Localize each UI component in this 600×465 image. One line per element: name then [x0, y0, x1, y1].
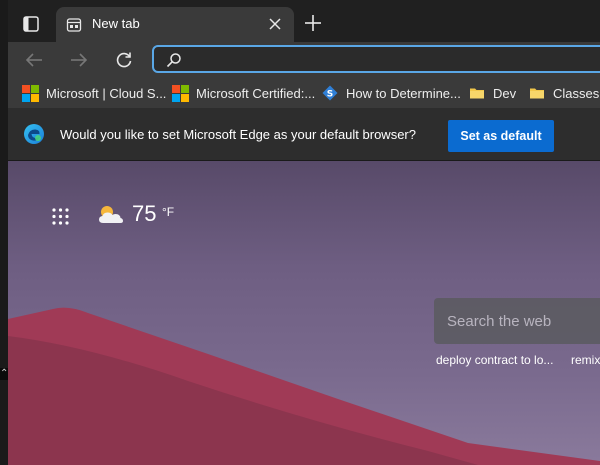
default-browser-infobar: Would you like to set Microsoft Edge as … [8, 108, 600, 161]
favorite-microsoft-certified[interactable]: Microsoft Certified:... [172, 84, 315, 102]
favorite-label: Classes [553, 85, 600, 101]
tab-new-tab[interactable]: New tab [56, 7, 294, 42]
tab-actions-icon[interactable] [22, 15, 40, 33]
favorite-how-to-determine[interactable]: S How to Determine... [322, 84, 461, 102]
apps-launcher-icon[interactable] [52, 208, 69, 225]
new-tab-page-icon [66, 18, 82, 32]
close-tab-icon[interactable] [267, 16, 283, 32]
favorite-label: Microsoft | Cloud S... [46, 85, 167, 101]
new-tab-page: 75 °F deploy contract to lo... remix [8, 161, 600, 465]
search-suggestion[interactable]: remix [571, 353, 600, 367]
web-search-input[interactable] [445, 310, 600, 332]
favorite-folder-classes[interactable]: Classes [529, 84, 599, 102]
svg-text:S: S [327, 90, 333, 100]
left-window-edge: ⌃ [0, 0, 8, 465]
temperature-unit: °F [162, 205, 175, 219]
temperature[interactable]: 75 [132, 201, 156, 227]
blue-diamond-icon: S [322, 85, 338, 101]
refresh-icon[interactable] [114, 50, 134, 70]
favorite-label: Microsoft Certified:... [196, 85, 316, 101]
tab-bar: New tab [8, 0, 600, 42]
address-input[interactable] [192, 49, 596, 71]
set-as-default-button[interactable]: Set as default [448, 120, 554, 152]
favorite-label: Dev [493, 85, 517, 101]
address-bar[interactable] [152, 45, 600, 73]
tab-title: New tab [92, 16, 140, 31]
search-suggestion[interactable]: deploy contract to lo... [436, 353, 553, 367]
search-icon [166, 53, 181, 68]
navigation-toolbar [8, 42, 600, 78]
edge-logo-icon [24, 124, 44, 144]
forward-arrow-icon[interactable] [69, 50, 89, 70]
microsoft-logo-icon [172, 85, 189, 102]
new-tab-plus-icon[interactable] [304, 14, 322, 32]
partly-cloudy-icon[interactable] [96, 203, 124, 227]
microsoft-logo-icon [22, 85, 39, 102]
favorite-microsoft-cloud[interactable]: Microsoft | Cloud S... [22, 84, 166, 102]
folder-icon [530, 88, 544, 99]
back-arrow-icon[interactable] [24, 50, 44, 70]
browser-window: New tab Microsoft | Cloud S... Microsoft… [8, 0, 600, 465]
favorite-folder-dev[interactable]: Dev [469, 84, 516, 102]
web-search-box[interactable] [434, 298, 600, 344]
folder-icon [470, 88, 484, 99]
favorites-bar: Microsoft | Cloud S... Microsoft Certifi… [8, 78, 600, 108]
favorite-label: How to Determine... [346, 85, 461, 101]
infobar-message: Would you like to set Microsoft Edge as … [60, 127, 416, 142]
